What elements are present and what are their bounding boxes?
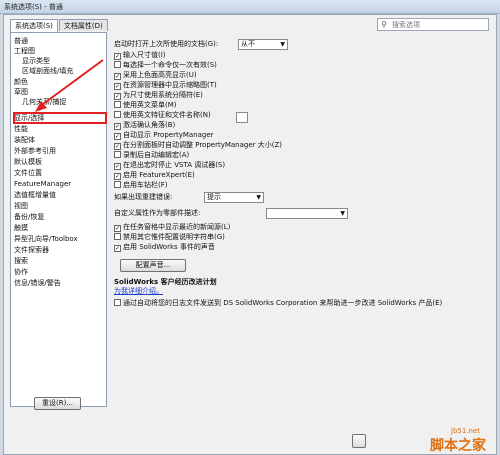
- tree-item-view[interactable]: 视图: [14, 202, 28, 211]
- tree-item-backup-recover[interactable]: 备份/恢复: [14, 213, 44, 222]
- tree-item-assemblies[interactable]: 装配体: [14, 136, 35, 145]
- checkbox-show-news-feed[interactable]: ✓ 在任务窗格中显示最近的新闻源(L): [114, 223, 230, 232]
- checkbox-icon[interactable]: [114, 101, 121, 108]
- checkbox-icon[interactable]: ✓: [114, 123, 121, 130]
- chevron-down-icon: ▼: [256, 194, 261, 201]
- tree-item-featuremanager[interactable]: FeatureManager: [14, 180, 71, 189]
- checkbox-icon[interactable]: ✓: [114, 133, 121, 140]
- watermark-name: 脚本之家: [430, 438, 486, 454]
- checkbox-icon[interactable]: ✓: [114, 53, 121, 60]
- rebuild-error-select[interactable]: 提示 ▼: [204, 192, 264, 203]
- tree-item-default-templates[interactable]: 默认模板: [14, 158, 42, 167]
- window-title: 系统选项(S) - 普通: [4, 3, 63, 11]
- tree-item-sketch[interactable]: 草图: [14, 88, 28, 97]
- tree-item-file-explorer[interactable]: 文件探索器: [14, 246, 49, 255]
- checkbox-icon[interactable]: [114, 61, 121, 68]
- tree-item-touch[interactable]: 触摸: [14, 224, 28, 233]
- checkbox-icon[interactable]: ✓: [114, 163, 121, 170]
- checkbox-icon[interactable]: ✓: [114, 225, 121, 232]
- checkbox-icon[interactable]: [114, 151, 121, 158]
- checkbox-disable-config-strings[interactable]: 禁用其它惟件配置说明字符串(G): [114, 233, 225, 242]
- tab-system-options[interactable]: 系统选项(S): [10, 19, 58, 32]
- options-tree: 普通 工程图 显示类型 区域剖面线/填充 颜色 草图 几何关系/捕捉 显示/选择…: [10, 32, 107, 407]
- rebuild-error-label: 如果出现重建错误:: [114, 193, 173, 201]
- checkbox-single-command[interactable]: 每选择一个命令仅一次有效(S): [114, 61, 217, 70]
- options-panel: 启动时打开上次所使用的文档(G): 从不 ▼ ✓ 输入尺寸值(I) 每选择一个命令…: [114, 37, 494, 417]
- checkbox-icon[interactable]: ✓: [114, 93, 121, 100]
- checkbox-enable-event-sounds[interactable]: ✓ 启用 SolidWorks 事件的声音: [114, 243, 215, 252]
- checkbox-icon[interactable]: [114, 181, 121, 188]
- checkbox-icon[interactable]: ✓: [114, 143, 121, 150]
- tree-item-performance[interactable]: 性能: [14, 125, 28, 134]
- tree-item-messages-errors-warnings[interactable]: 信息/错误/警告: [14, 279, 61, 288]
- tree-item-drawings[interactable]: 工程图: [14, 47, 35, 56]
- tree-item-collaboration[interactable]: 协作: [14, 268, 28, 277]
- checkbox-auto-show-propertymanager[interactable]: ✓ 自动显示 PropertyManager: [114, 131, 214, 140]
- checkbox-english-menus[interactable]: 使用英文菜单(M): [114, 101, 177, 110]
- separator-input[interactable]: [236, 112, 248, 123]
- tree-item-general[interactable]: 普通: [14, 37, 28, 46]
- checkbox-icon[interactable]: ✓: [114, 245, 121, 252]
- custom-prop-select[interactable]: ▼: [266, 208, 348, 219]
- tree-item-colors[interactable]: 颜色: [14, 78, 28, 87]
- checkbox-shaded-face-highlight[interactable]: ✓ 采用上色面高亮显示(U): [114, 71, 197, 80]
- checkbox-enable-freeze-bar[interactable]: 启用车钻栏(F): [114, 181, 168, 190]
- rebuild-error-value: 提示: [207, 193, 221, 201]
- tree-item-file-locations[interactable]: 文件位置: [14, 169, 42, 178]
- checkbox-ceip-send-logs[interactable]: 通过自动将您的日志文件发送到 DS SolidWorks Corporation…: [114, 299, 442, 308]
- chevron-down-icon: ▼: [280, 41, 285, 48]
- tree-item-spin-box-increments[interactable]: 选值框增量值: [14, 191, 56, 200]
- tab-document-properties[interactable]: 文档属性(D): [58, 19, 108, 31]
- checkbox-system-separator[interactable]: ✓ 为尺寸使用系统分隔符(E): [114, 91, 203, 100]
- watermark-site: jb51.net: [451, 427, 481, 435]
- tab-bar: 系统选项(S) 文档属性(D): [10, 19, 109, 32]
- configure-sounds-button[interactable]: 配置声音...: [120, 259, 186, 272]
- title-bar: 系统选项(S) - 普通: [0, 0, 500, 14]
- annotation-arrow-icon: [35, 59, 104, 112]
- ok-button[interactable]: [352, 434, 366, 448]
- open-last-docs-select[interactable]: 从不 ▼: [238, 39, 288, 50]
- checkbox-input-dimension[interactable]: ✓ 输入尺寸值(I): [114, 51, 166, 60]
- chevron-down-icon: ▼: [340, 210, 345, 217]
- checkbox-explorer-thumbnails[interactable]: ✓ 在资源管理器中显示缩略图(T): [114, 81, 217, 90]
- checkbox-auto-size-propertymanager[interactable]: ✓ 在分割面板时自动调整 PropertyManager 大小(Z): [114, 141, 282, 150]
- ceip-learn-more-link[interactable]: 为我详细介绍。: [114, 286, 163, 296]
- search-input[interactable]: [390, 19, 486, 30]
- checkbox-stop-vsta-debugger[interactable]: ✓ 在退出宏时停止 VSTA 调试器(S): [114, 161, 225, 170]
- tree-item-external-references[interactable]: 外部参考引用: [14, 147, 56, 156]
- checkbox-icon[interactable]: [114, 233, 121, 240]
- search-box[interactable]: ⚲: [377, 18, 489, 31]
- custom-prop-label: 自定义属性作为零部件描述:: [114, 209, 201, 217]
- checkbox-icon[interactable]: ✓: [114, 73, 121, 80]
- search-icon: ⚲: [381, 20, 387, 29]
- checkbox-icon[interactable]: [114, 299, 121, 306]
- checkbox-enable-featurexpert[interactable]: ✓ 启用 FeatureXpert(E): [114, 171, 195, 180]
- tree-item-search[interactable]: 搜索: [14, 257, 28, 266]
- tree-item-hole-wizard-toolbox[interactable]: 异型孔向导/Toolbox: [14, 235, 78, 244]
- checkbox-icon[interactable]: [114, 111, 121, 118]
- open-last-docs-value: 从不: [241, 40, 255, 48]
- checkbox-icon[interactable]: ✓: [114, 173, 121, 180]
- checkbox-icon[interactable]: ✓: [114, 83, 121, 90]
- open-last-docs-label: 启动时打开上次所使用的文档(G):: [114, 40, 219, 48]
- options-dialog: 系统选项(S) 文档属性(D) ⚲ 普通 工程图 显示类型 区域剖面线/填充 颜…: [3, 14, 497, 455]
- checkbox-confirmation-corner[interactable]: ✓ 激活确认角落(B): [114, 121, 175, 130]
- checkbox-auto-edit-macro[interactable]: 录制后自动编辑宏(A): [114, 151, 189, 160]
- reset-button[interactable]: 重设(R)...: [34, 397, 81, 410]
- checkbox-english-feature-names[interactable]: 使用英文特征和文件名称(N): [114, 111, 211, 120]
